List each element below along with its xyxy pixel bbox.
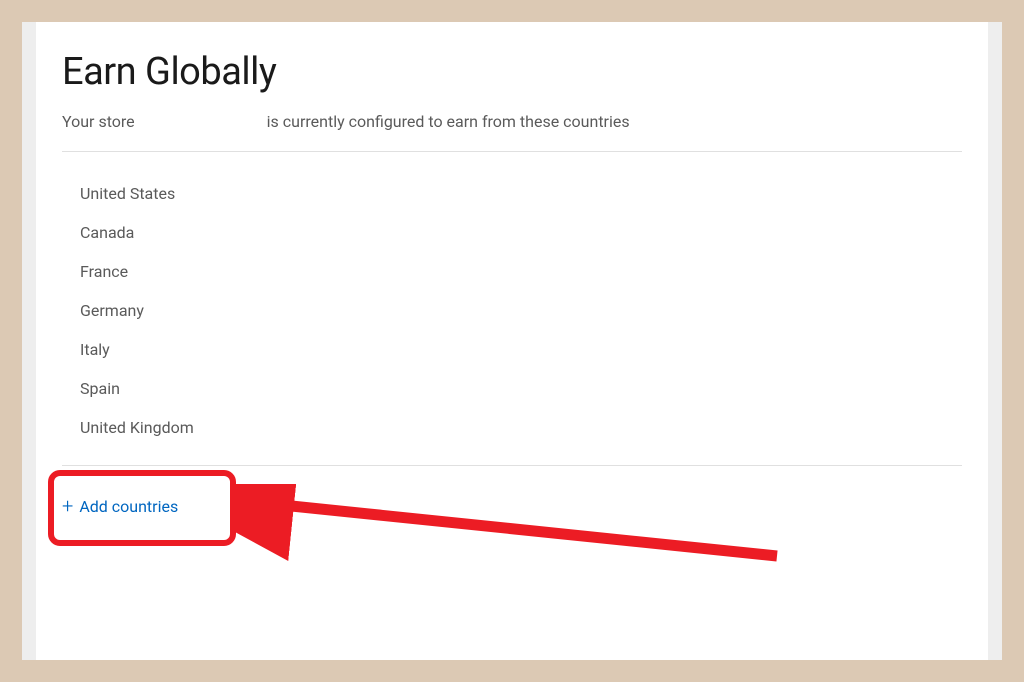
subtitle-prefix: Your store	[62, 112, 135, 131]
subtitle-suffix: is currently configured to earn from the…	[267, 112, 630, 131]
list-item: United Kingdom	[80, 408, 962, 447]
list-item: France	[80, 252, 962, 291]
outer-frame: Earn Globally Your store is currently co…	[22, 22, 1002, 660]
list-item: Germany	[80, 291, 962, 330]
list-item: Italy	[80, 330, 962, 369]
page-title: Earn Globally	[62, 50, 962, 94]
list-item: Canada	[80, 213, 962, 252]
add-countries-section: + Add countries	[62, 466, 962, 518]
country-list: United States Canada France Germany Ital…	[62, 152, 962, 465]
add-countries-button[interactable]: + Add countries	[62, 494, 178, 518]
plus-icon: +	[62, 496, 73, 516]
list-item: United States	[80, 174, 962, 213]
add-countries-label: Add countries	[79, 497, 178, 516]
settings-panel: Earn Globally Your store is currently co…	[36, 22, 988, 660]
list-item: Spain	[80, 369, 962, 408]
annotation-arrow-icon	[232, 484, 802, 574]
store-subtitle: Your store is currently configured to ea…	[62, 112, 962, 131]
